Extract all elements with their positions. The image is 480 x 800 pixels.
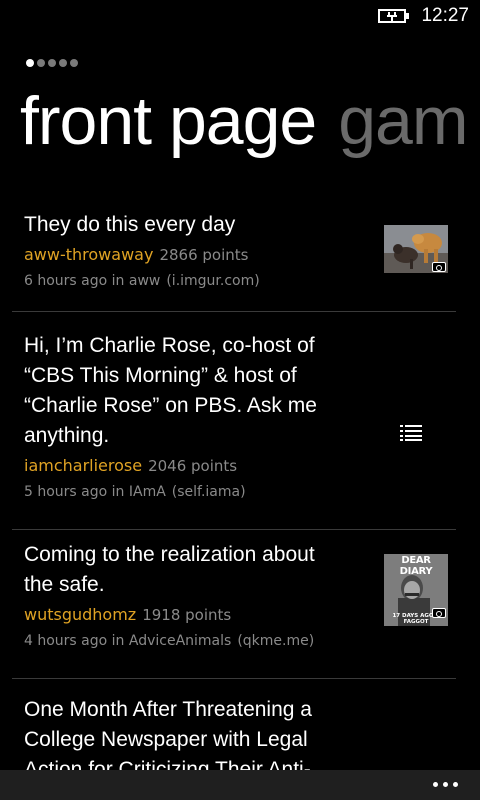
pivot-dot [48,59,56,67]
pivot-dot [26,59,34,67]
pivot-header-next[interactable]: gam [338,83,468,159]
post-list[interactable]: They do this every day aww-throwaway 2866… [0,200,480,785]
battery-charging-icon [378,9,409,23]
camera-icon [432,608,446,618]
post-time-subreddit: 4 hours ago in AdviceAnimals [24,633,232,649]
app-bar [0,770,480,800]
pivot-dot [37,59,45,67]
pivot-dot [70,59,78,67]
pivot-header-front-page[interactable]: front page [20,83,317,159]
pivot-dot [59,59,67,67]
thumbnail-caption-top: DEAR DIARY [399,555,433,577]
more-options-icon[interactable] [433,782,458,787]
list-item[interactable]: They do this every day aww-throwaway 2866… [12,200,456,312]
list-item[interactable]: Coming to the realization about the safe… [12,530,456,679]
post-subline: 5 hours ago in IAmA (self.iama) [24,481,456,521]
pivot-headers: front page gam [20,82,469,160]
post-thumbnail[interactable]: DEAR DIARY 17 DAYS AGO, I FAGGOT [384,554,448,626]
post-meta: iamcharlierose 2046 points [24,455,456,477]
post-time-subreddit: 5 hours ago in IAmA [24,484,166,500]
post-author[interactable]: iamcharlierose [24,456,142,475]
clock: 12:27 [421,5,469,26]
post-time-subreddit: 6 hours ago in aww [24,273,161,289]
post-points: 2866 points [159,246,249,264]
post-author[interactable]: aww-throwaway [24,245,153,264]
self-text-icon[interactable] [400,425,422,441]
camera-icon [432,262,446,272]
post-subline: 4 hours ago in AdviceAnimals (qkme.me) [24,630,456,670]
post-points: 1918 points [142,606,232,624]
post-points: 2046 points [148,457,238,475]
post-title[interactable]: They do this every day [24,210,344,240]
pivot-page-indicator [26,59,78,67]
status-bar: 12:27 [0,0,480,32]
post-source: (self.iama) [171,484,246,500]
list-item[interactable]: Hi, I’m Charlie Rose, co-host of “CBS Th… [12,321,456,530]
post-subline: 6 hours ago in aww (i.imgur.com) [24,270,456,310]
post-author[interactable]: wutsgudhomz [24,605,136,624]
post-thumbnail[interactable] [384,225,448,273]
post-title[interactable]: Hi, I’m Charlie Rose, co-host of “CBS Th… [24,331,334,451]
post-title[interactable]: Coming to the realization about the safe… [24,540,344,600]
post-source: (qkme.me) [237,633,315,649]
post-source: (i.imgur.com) [166,273,260,289]
